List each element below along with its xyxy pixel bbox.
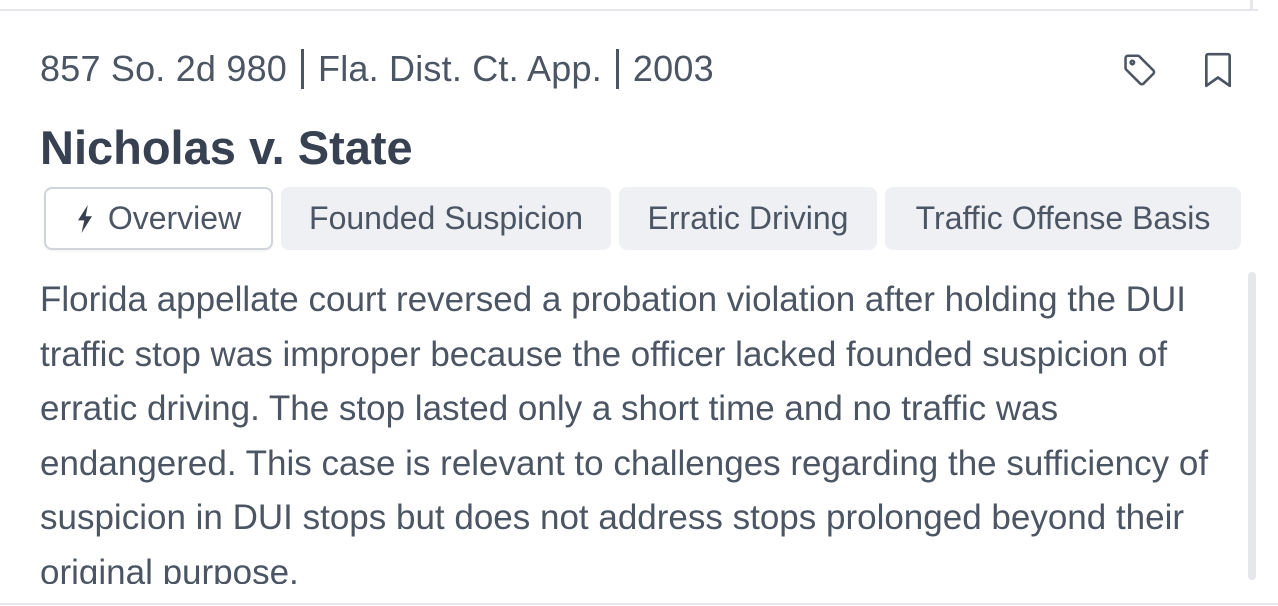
reporter-citation: 857 So. 2d 980	[40, 48, 288, 89]
case-title: Nicholas v. State	[40, 121, 413, 174]
case-summary: Florida appellate court reversed a proba…	[40, 280, 1209, 584]
lightning-bolt-icon	[76, 204, 94, 233]
court-name: Fla. Dist. Ct. App.	[318, 48, 602, 89]
tab-label: Overview	[107, 200, 242, 236]
tab-erratic-driving[interactable]: Erratic Driving	[619, 187, 877, 250]
citation-separator	[615, 49, 619, 89]
tab-overview[interactable]: Overview	[44, 187, 273, 250]
scroll-rail-top	[1250, 0, 1253, 9]
bookmark-button[interactable]	[1196, 48, 1240, 92]
tag-icon	[1124, 54, 1156, 86]
tab-label: Traffic Offense Basis	[915, 200, 1211, 236]
summary-scrollbar[interactable]	[1248, 272, 1256, 580]
case-citation: 857 So. 2d 980 Fla. Dist. Ct. App. 2003	[40, 48, 714, 90]
tab-founded-suspicion[interactable]: Founded Suspicion	[281, 187, 611, 250]
summary-panel[interactable]: Florida appellate court reversed a proba…	[40, 273, 1220, 584]
tab-label: Erratic Driving	[647, 200, 849, 236]
bottom-divider	[0, 603, 1278, 605]
top-divider	[0, 0, 1258, 11]
decision-year: 2003	[632, 48, 714, 89]
tag-button[interactable]	[1117, 48, 1161, 92]
tab-label: Founded Suspicion	[309, 200, 583, 236]
tab-traffic-offense-basis[interactable]: Traffic Offense Basis	[885, 187, 1241, 250]
citation-separator	[301, 49, 305, 89]
bookmark-icon	[1205, 52, 1231, 88]
case-card: 857 So. 2d 980 Fla. Dist. Ct. App. 2003 Ni…	[0, 0, 1278, 606]
